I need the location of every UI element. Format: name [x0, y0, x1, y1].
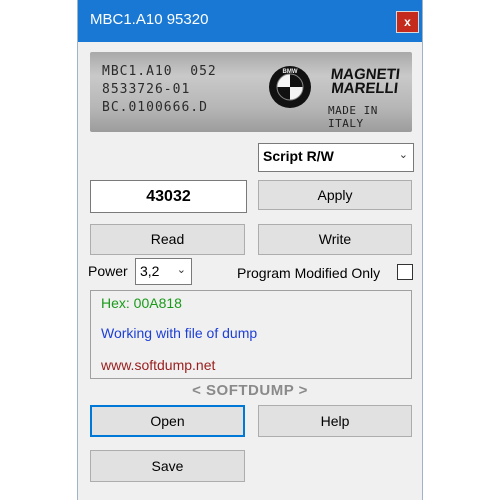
- ecu-label-line-1: MBC1.A10 052: [102, 64, 217, 79]
- power-select-value: 3,2: [140, 263, 160, 279]
- app-window: MBC1.A10 95320 x MBC1.A10 052 8533726-01…: [77, 0, 423, 500]
- chevron-down-icon: ⌄: [398, 149, 408, 161]
- mode-select-value: Script R/W: [263, 148, 334, 164]
- svg-text:BMW: BMW: [283, 69, 298, 75]
- help-button[interactable]: Help: [258, 405, 412, 437]
- read-button[interactable]: Read: [90, 224, 245, 255]
- hex-readout: Hex: 00A818: [101, 295, 182, 311]
- window-title: MBC1.A10 95320: [90, 11, 209, 28]
- made-in-label: MADE IN ITALY: [328, 104, 378, 130]
- log-panel: Hex: 00A818 Working with file of dump ww…: [90, 290, 412, 379]
- ecu-label-image: MBC1.A10 052 8533726-01 BC.0100666.D BMW…: [90, 52, 412, 132]
- open-button[interactable]: Open: [90, 405, 245, 437]
- power-select[interactable]: 3,2 ⌄: [135, 258, 192, 285]
- power-label: Power: [88, 263, 128, 279]
- chevron-down-icon: ⌄: [176, 264, 186, 276]
- number-field[interactable]: 43032: [90, 180, 247, 213]
- ecu-label-line-3: BC.0100666.D: [102, 100, 208, 115]
- write-button[interactable]: Write: [258, 224, 412, 255]
- softdump-brand: < SOFTDUMP >: [192, 382, 308, 399]
- save-button[interactable]: Save: [90, 450, 245, 482]
- bmw-logo-icon: BMW: [269, 66, 311, 108]
- program-modified-only-label: Program Modified Only: [237, 265, 381, 281]
- mode-select[interactable]: Script R/W ⌄: [258, 143, 414, 172]
- program-modified-only-checkbox[interactable]: [397, 264, 413, 280]
- apply-button[interactable]: Apply: [258, 180, 412, 210]
- title-bar[interactable]: MBC1.A10 95320 x: [78, 0, 422, 42]
- close-button[interactable]: x: [396, 11, 419, 33]
- magneti-marelli-logo: MAGNETI MARELLI: [329, 66, 401, 97]
- ecu-label-line-2: 8533726-01: [102, 82, 191, 97]
- status-message: Working with file of dump: [101, 325, 258, 341]
- website-link[interactable]: www.softdump.net: [101, 357, 215, 373]
